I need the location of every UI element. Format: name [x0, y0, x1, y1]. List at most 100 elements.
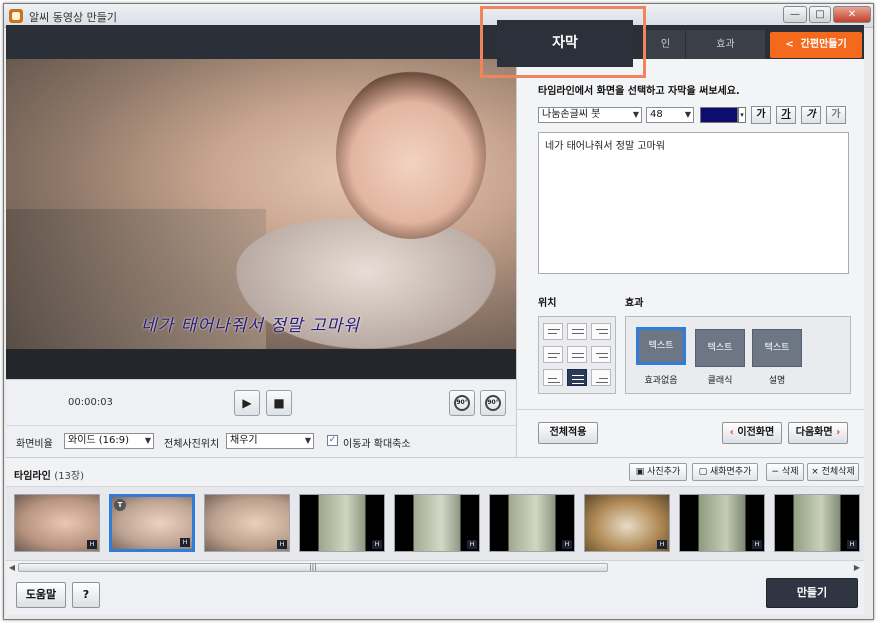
play-button[interactable]: ▶ — [234, 390, 260, 416]
align-top-right[interactable] — [591, 323, 611, 340]
subtitle-text-input[interactable]: 네가 태어나줘서 정말 고마워 — [538, 132, 849, 274]
align-bottom-center[interactable] — [567, 369, 587, 386]
panel-instruction: 타임라인에서 화면을 선택하고 자막을 써보세요. — [538, 86, 740, 97]
timeline-scrollbar[interactable]: ◀ ||| ▶ — [6, 560, 864, 573]
underline-button[interactable]: 가 — [776, 106, 796, 124]
photo-position-select[interactable]: 채우기 ▼ — [226, 433, 314, 449]
chevron-down-icon: ▼ — [632, 110, 639, 119]
timeline-thumb[interactable]: H — [489, 494, 575, 552]
align-top-center[interactable] — [567, 323, 587, 340]
player-controls: 00:00:03 ▶ ■ 90° 90° — [6, 379, 516, 425]
h-badge-icon: H — [372, 540, 382, 549]
rotate-left-icon: 90° — [454, 395, 470, 411]
prev-screen-button[interactable]: ‹ 이전화면 — [722, 422, 782, 444]
tab-effect[interactable]: 효과 — [686, 30, 766, 59]
timeline-count: (13장) — [54, 471, 85, 482]
add-screen-icon: ▢ — [698, 467, 708, 477]
align-top-left[interactable] — [543, 323, 563, 340]
bold-button[interactable]: 가 — [751, 106, 771, 124]
scroll-right-icon[interactable]: ▶ — [852, 562, 862, 573]
text-color-swatch[interactable] — [700, 107, 738, 123]
strike-button[interactable]: 가 — [826, 106, 846, 124]
align-middle-left[interactable] — [543, 346, 563, 363]
timeline-thumb[interactable]: H — [679, 494, 765, 552]
timeline-title: 타임라인 (13장) — [14, 471, 85, 482]
align-bottom-left[interactable] — [543, 369, 563, 386]
timeline-thumb[interactable]: H — [774, 494, 860, 552]
timeline-thumb-selected[interactable]: TH — [109, 494, 195, 552]
make-button[interactable]: 만들기 — [766, 578, 858, 608]
help-button[interactable]: 도움말 — [16, 582, 66, 608]
motion-checkbox[interactable]: ✓ — [327, 435, 338, 446]
align-middle-center[interactable] — [567, 346, 587, 363]
position-grid — [538, 316, 616, 394]
font-size-select[interactable]: 48 ▼ — [646, 107, 694, 123]
h-badge-icon: H — [467, 540, 477, 549]
chevron-down-icon: ▼ — [144, 436, 151, 445]
timeline-thumb[interactable]: H — [299, 494, 385, 552]
italic-button[interactable]: 가 — [801, 106, 821, 124]
close-button[interactable]: ✕ — [833, 6, 871, 23]
add-photo-button[interactable]: ▣ 사진추가 — [629, 463, 687, 481]
app-logo-icon — [9, 9, 23, 23]
chevron-down-icon: ▼ — [684, 110, 691, 119]
photo-position-label: 전체사진위치 — [164, 439, 220, 450]
tab-hidden[interactable]: 인 — [646, 30, 686, 59]
time-display: 00:00:03 — [68, 397, 113, 408]
align-bottom-right[interactable] — [591, 369, 611, 386]
maximize-button[interactable]: □ — [809, 6, 831, 23]
effect-classic-thumb[interactable]: 텍스트 — [695, 329, 745, 367]
timeline-thumb[interactable]: H — [204, 494, 290, 552]
timeline-thumb[interactable]: H — [394, 494, 480, 552]
stop-button[interactable]: ■ — [266, 390, 292, 416]
screen-settings: 화면비율 와이드 (16:9) ▼ 전체사진위치 채우기 ▼ ✓ 이동과 확대축소 — [6, 425, 516, 457]
text-badge-icon: T — [114, 499, 126, 511]
video-preview: 네가 태어나줘서 정말 고마워 — [6, 59, 516, 379]
chevron-down-icon: ▼ — [304, 436, 311, 445]
font-select[interactable]: 나눔손글씨 붓 ▼ — [538, 107, 642, 123]
h-badge-icon: H — [657, 540, 667, 549]
delete-button[interactable]: − 삭제 — [766, 463, 804, 481]
preview-image: 네가 태어나줘서 정말 고마워 — [6, 59, 516, 349]
h-badge-icon: H — [277, 540, 287, 549]
add-new-screen-button[interactable]: ▢ 새화면추가 — [692, 463, 758, 481]
preview-bottom-bar — [6, 349, 516, 379]
footer: 도움말 ? 만들기 — [6, 573, 864, 615]
apply-all-button[interactable]: 전체적용 — [538, 422, 598, 444]
chevron-left-icon: < — [785, 39, 794, 50]
stop-icon: ■ — [273, 396, 285, 410]
close-icon: × — [811, 467, 819, 477]
timeline-header: 타임라인 (13장) ▣ 사진추가 ▢ 새화면추가 − 삭제 × 전체삭제 — [6, 457, 864, 487]
timeline-thumb[interactable]: H — [584, 494, 670, 552]
motion-label: 이동과 확대축소 — [343, 439, 411, 450]
question-button[interactable]: ? — [72, 582, 100, 608]
effect-classic-label: 클래식 — [707, 376, 733, 386]
scroll-thumb[interactable]: ||| — [18, 563, 608, 572]
rotate-right-icon: 90° — [485, 395, 501, 411]
window-title: 알씨 동영상 만들기 — [29, 11, 117, 24]
quick-make-label: 간편만들기 — [800, 39, 847, 50]
add-photo-icon: ▣ — [635, 467, 645, 477]
next-screen-button[interactable]: 다음화면 › — [788, 422, 848, 444]
minus-icon: − — [771, 467, 780, 477]
aspect-select[interactable]: 와이드 (16:9) ▼ — [64, 433, 154, 449]
chevron-left-icon: ‹ — [729, 427, 734, 438]
h-badge-icon: H — [562, 540, 572, 549]
delete-all-button[interactable]: × 전체삭제 — [807, 463, 859, 481]
effect-description-thumb[interactable]: 텍스트 — [752, 329, 802, 367]
effect-none-thumb[interactable]: 텍스트 — [636, 327, 686, 365]
h-badge-icon: H — [87, 540, 97, 549]
tab-subtitle[interactable]: 자막 — [497, 20, 633, 67]
color-dropdown-icon[interactable]: ▾ — [738, 107, 746, 123]
align-middle-right[interactable] — [591, 346, 611, 363]
panel-divider — [516, 409, 864, 410]
preview-caption: 네가 태어나줘서 정말 고마워 — [141, 316, 360, 336]
effect-description-label: 설명 — [768, 376, 786, 386]
rotate-left-button[interactable]: 90° — [449, 390, 475, 416]
timeline-thumb[interactable]: H — [14, 494, 100, 552]
minimize-button[interactable]: — — [783, 6, 807, 23]
h-badge-icon: H — [752, 540, 762, 549]
quick-make-button[interactable]: < 간편만들기 — [770, 32, 862, 58]
scroll-left-icon[interactable]: ◀ — [7, 562, 17, 573]
rotate-right-button[interactable]: 90° — [480, 390, 506, 416]
